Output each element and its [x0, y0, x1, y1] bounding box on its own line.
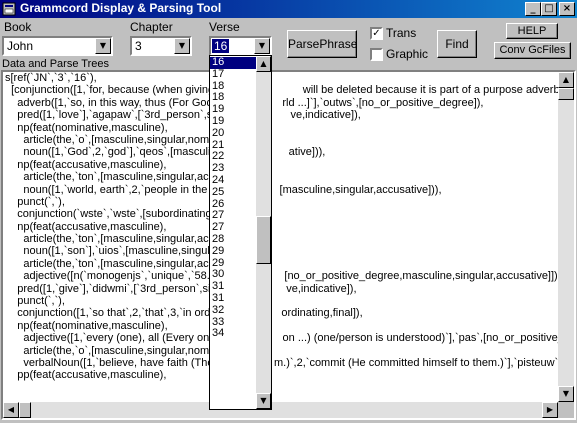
verse-option[interactable]: 32	[210, 304, 256, 317]
parse-tree-line: punct(`,`),	[5, 195, 65, 208]
parse-tree-line: np(feat(nominative,masculine),	[5, 121, 168, 134]
horizontal-scrollbar[interactable]: ◀ ▶	[3, 402, 558, 418]
verse-option[interactable]: 29	[210, 245, 256, 258]
parse-tree-line: noun([1,`son`],`uios`,[masculine,singula…	[5, 245, 229, 258]
trans-checkbox[interactable]: ✓	[370, 27, 383, 40]
window-title: Grammcord Display & Parsing Tool	[20, 1, 222, 15]
verse-label: Verse	[209, 20, 240, 34]
parse-tree-line: noun([1,`world, earth`,2,`people in the …	[23, 183, 442, 196]
book-label: Book	[4, 20, 32, 34]
chapter-select[interactable]: 3 ▼	[130, 36, 192, 56]
hscroll-thumb[interactable]	[19, 402, 31, 418]
parse-tree-line: conjunction(`wste`,`wste`,[subordinating…	[5, 208, 225, 221]
verse-select-value: 16	[212, 39, 230, 53]
chevron-down-icon[interactable]: ▼	[174, 38, 190, 54]
parse-tree-line: article(the,`ton`,[masculine,singular,ac…	[5, 233, 226, 246]
parse-tree-line: pred([1,`love`],`agapaw`,[`3rd_person`,s…	[5, 109, 361, 122]
book-select[interactable]: John ▼	[2, 36, 113, 56]
book-select-value: John	[7, 39, 34, 53]
verse-option[interactable]: 34	[210, 328, 256, 340]
parse-tree-line: article(the,`o`,[masculine,singular,nomi…	[5, 133, 230, 146]
verse-dropdown-list[interactable]: 16 17 18 18 19 19 20 21 22 23 24 25 26 27 27 28 29 29 30 31…	[209, 55, 272, 410]
parse-tree-line: np(feat(accusative,masculine),	[5, 220, 167, 233]
find-button[interactable]: Find	[437, 30, 477, 58]
minimize-button[interactable]: _	[525, 2, 541, 16]
verse-option[interactable]: 20	[210, 127, 256, 140]
verse-option[interactable]: 17	[210, 68, 256, 81]
parse-tree-line: article(the,`ton`,[masculine,singular,ac…	[5, 171, 232, 184]
chevron-down-icon[interactable]: ▼	[95, 38, 111, 54]
parse-tree-line: conjunction([1,`so that`,2,`that`,3,`in …	[5, 307, 363, 320]
parse-tree-line: adverb([1,`so, in this way, thus (For Go…	[17, 96, 484, 109]
scroll-corner	[558, 402, 574, 418]
chapter-select-value: 3	[135, 39, 142, 53]
app-icon	[2, 2, 16, 16]
scroll-down-icon[interactable]: ▼	[256, 393, 271, 409]
scroll-thumb[interactable]	[558, 88, 574, 100]
parse-phrase-button[interactable]: ParsePhrase	[287, 30, 357, 58]
parse-tree-textarea[interactable]: s[ref(`JN`,`3`,`16`), [conjunction([1,`f…	[1, 70, 576, 420]
verse-option[interactable]: 19	[210, 115, 256, 128]
scroll-right-icon[interactable]: ▶	[542, 402, 558, 418]
verse-option[interactable]: 28	[210, 233, 256, 246]
graphic-checkbox[interactable]	[370, 48, 383, 61]
verse-option[interactable]: 25	[210, 186, 256, 199]
trans-label: Trans	[386, 26, 417, 40]
verse-option[interactable]: 24	[210, 174, 256, 187]
parse-tree-lines: s[ref(`JN`,`3`,`16`), [conjunction([1,`f…	[5, 72, 576, 382]
parse-tree-line: np(feat(accusative,masculine),	[5, 158, 167, 171]
verse-options: 16 17 18 18 19 19 20 21 22 23 24 25 26 27 27 28 29 29 30 31…	[210, 56, 256, 340]
parse-tree-line: article(the,`ton`,[masculine,singular,ac…	[5, 257, 226, 270]
parse-tree-line: [conjunction([1,`for, because (when givi…	[5, 84, 576, 97]
vertical-scrollbar[interactable]: ▲ ▼	[558, 72, 574, 402]
help-button[interactable]: HELP	[506, 23, 558, 39]
graphic-label: Graphic	[386, 47, 429, 61]
conv-gc-files-button[interactable]: Conv GcFiles	[494, 42, 571, 59]
parse-tree-line: adjective([n(`monogenjs`,`unique`,`58.52…	[5, 270, 561, 283]
chapter-label: Chapter	[130, 20, 173, 34]
dropdown-scroll-thumb[interactable]	[256, 216, 271, 264]
verse-option[interactable]: 31	[210, 292, 256, 305]
verse-select[interactable]: 16 ▼	[209, 36, 272, 56]
parse-tree-line: pred([1,`give`],`didwmi`,[`3rd_person`,s…	[5, 282, 357, 295]
title-bar[interactable]: Grammcord Display & Parsing Tool _ □ ×	[0, 0, 577, 18]
scroll-up-icon[interactable]: ▲	[256, 56, 271, 72]
parse-tree-line: np(feat(nominative,masculine),	[5, 319, 168, 332]
scroll-up-icon[interactable]: ▲	[558, 72, 574, 88]
parse-tree-line: article(the,`o`,[masculine,singular,nomi…	[5, 344, 227, 357]
maximize-button[interactable]: □	[541, 2, 557, 16]
parse-tree-line: pp(feat(accusative,masculine),	[5, 369, 167, 382]
dropdown-scrollbar[interactable]: ▲ ▼	[256, 56, 271, 409]
scroll-left-icon[interactable]: ◀	[3, 402, 19, 418]
parse-tree-line: s[ref(`JN`,`3`,`16`),	[5, 72, 97, 84]
chevron-down-icon[interactable]: ▼	[254, 38, 270, 54]
parse-tree-line: noun([1,`God`,2,`god`],`qeos`,[masculine…	[5, 146, 326, 159]
parse-tree-line: adjective([1,`every (one), all (Every on…	[5, 332, 576, 345]
close-button[interactable]: ×	[559, 2, 575, 16]
scroll-down-icon[interactable]: ▼	[558, 386, 574, 402]
data-parse-trees-label: Data and Parse Trees	[2, 58, 110, 70]
parse-tree-line: punct(`,`),	[5, 295, 65, 308]
parse-tree-line: verbalNoun([1,`believe, have faith (They…	[5, 356, 576, 369]
